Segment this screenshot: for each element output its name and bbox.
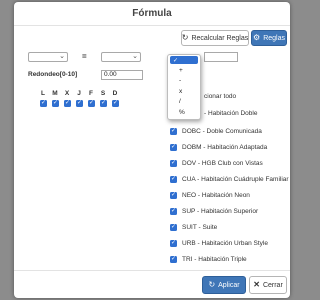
room-label: SUP - Habitación Superior xyxy=(182,208,259,215)
operator-option-minus[interactable]: - xyxy=(168,76,200,87)
room-checkbox[interactable]: ✓ xyxy=(170,144,177,151)
day-label: L xyxy=(41,90,45,97)
room-row[interactable]: ✓ TRI - Habitación Triple xyxy=(170,254,247,265)
operator-option-divide[interactable]: / xyxy=(168,97,200,108)
day-label: S xyxy=(100,90,106,97)
room-row[interactable]: - Habitación Doble xyxy=(204,108,257,119)
room-label: NEO - Habitación Neon xyxy=(182,192,250,199)
day-checkbox[interactable]: ✓ xyxy=(88,100,95,107)
room-row[interactable]: ✓ SUIT - Suite xyxy=(170,222,217,233)
operator-option-plus[interactable]: + xyxy=(168,65,200,76)
room-checkbox[interactable]: ✓ xyxy=(170,240,177,247)
room-label: TRI - Habitación Triple xyxy=(182,256,247,263)
room-checkbox[interactable]: ✓ xyxy=(170,128,177,135)
operator-option-empty[interactable]: ✓ xyxy=(170,56,198,64)
rounding-label: Redondeo[0-10] xyxy=(28,71,78,78)
day-label: F xyxy=(89,90,93,97)
check-icon: ✓ xyxy=(173,57,179,64)
room-label: DOBM - Habitación Adaptada xyxy=(182,144,268,151)
left-operand-select[interactable]: ⌄ xyxy=(28,52,68,62)
recalculate-rules-button[interactable]: ↻ Recalcular Reglas xyxy=(181,30,249,46)
room-label: URB - Habitación Urban Style xyxy=(182,240,268,247)
day-label: M xyxy=(52,90,58,97)
day-checkbox[interactable]: ✓ xyxy=(52,100,59,107)
room-label: SUIT - Suite xyxy=(182,224,218,231)
rounding-input[interactable]: 0.00 xyxy=(101,70,143,80)
day-checkbox[interactable]: ✓ xyxy=(76,100,83,107)
room-checkbox[interactable]: ✓ xyxy=(170,192,177,199)
refresh-icon: ↻ xyxy=(208,280,216,289)
room-checkbox[interactable]: ✓ xyxy=(170,256,177,263)
apply-button[interactable]: ↻ Aplicar xyxy=(202,276,246,294)
room-label: CUA - Habitación Cuádruple Familiar xyxy=(182,176,289,183)
operator-option-multiply[interactable]: x xyxy=(168,86,200,97)
room-checkbox[interactable]: ✓ xyxy=(170,224,177,231)
right-operand-select[interactable]: ⌄ xyxy=(101,52,141,62)
formula-value-input[interactable] xyxy=(204,52,238,62)
room-label: - Habitación Doble xyxy=(204,110,258,117)
chevron-down-icon: ⌄ xyxy=(59,53,65,60)
dialog-title: Fórmula xyxy=(132,8,172,19)
room-row[interactable]: ✓ DOBM - Habitación Adaptada xyxy=(170,142,267,153)
room-checkbox[interactable]: ✓ xyxy=(170,176,177,183)
formula-dialog: Fórmula ↻ Recalcular Reglas ⚙ Reglas ⌄ =… xyxy=(14,2,290,298)
rules-button[interactable]: ⚙ Reglas xyxy=(251,30,287,46)
room-row[interactable]: ✓ CUA - Habitación Cuádruple Familiar xyxy=(170,174,289,185)
footer-divider xyxy=(14,270,290,271)
room-row[interactable]: ✓ URB - Habitación Urban Style xyxy=(170,238,268,249)
room-row[interactable]: ✓ DOBC - Doble Comunicada xyxy=(170,126,262,137)
room-checkbox[interactable]: ✓ xyxy=(170,160,177,167)
room-label: DOV - HGB Club con Vistas xyxy=(182,160,263,167)
select-all-label[interactable]: cionar todo xyxy=(204,93,236,100)
day-label: D xyxy=(112,90,118,97)
day-checkbox[interactable]: ✓ xyxy=(40,100,47,107)
room-label: DOBC - Doble Comunicada xyxy=(182,128,262,135)
day-label: X xyxy=(64,90,70,97)
close-label: Cerrar xyxy=(262,281,283,289)
equals-sign: = xyxy=(82,52,87,61)
day-checkbox[interactable]: ✓ xyxy=(100,100,107,107)
room-checkbox[interactable]: ✓ xyxy=(170,208,177,215)
gear-icon: ⚙ xyxy=(253,33,261,42)
day-label: J xyxy=(77,90,81,97)
recalculate-rules-label: Recalcular Reglas xyxy=(191,34,249,42)
refresh-icon: ↻ xyxy=(181,33,189,42)
room-row[interactable]: ✓ SUP - Habitación Superior xyxy=(170,206,258,217)
day-checkbox[interactable]: ✓ xyxy=(112,100,119,107)
chevron-down-icon: ⌄ xyxy=(132,53,138,60)
dialog-header: Fórmula xyxy=(14,2,290,26)
day-checkbox[interactable]: ✓ xyxy=(64,100,71,107)
rules-label: Reglas xyxy=(263,34,285,42)
operator-dropdown[interactable]: ✓ + - x / % xyxy=(167,54,201,120)
room-row[interactable]: ✓ NEO - Habitación Neon xyxy=(170,190,250,201)
room-row[interactable]: ✓ DOV - HGB Club con Vistas xyxy=(170,158,263,169)
apply-label: Aplicar xyxy=(218,281,240,289)
operator-option-percent[interactable]: % xyxy=(168,107,200,118)
close-button[interactable]: ✕ Cerrar xyxy=(249,276,287,294)
close-icon: ✕ xyxy=(253,280,260,289)
